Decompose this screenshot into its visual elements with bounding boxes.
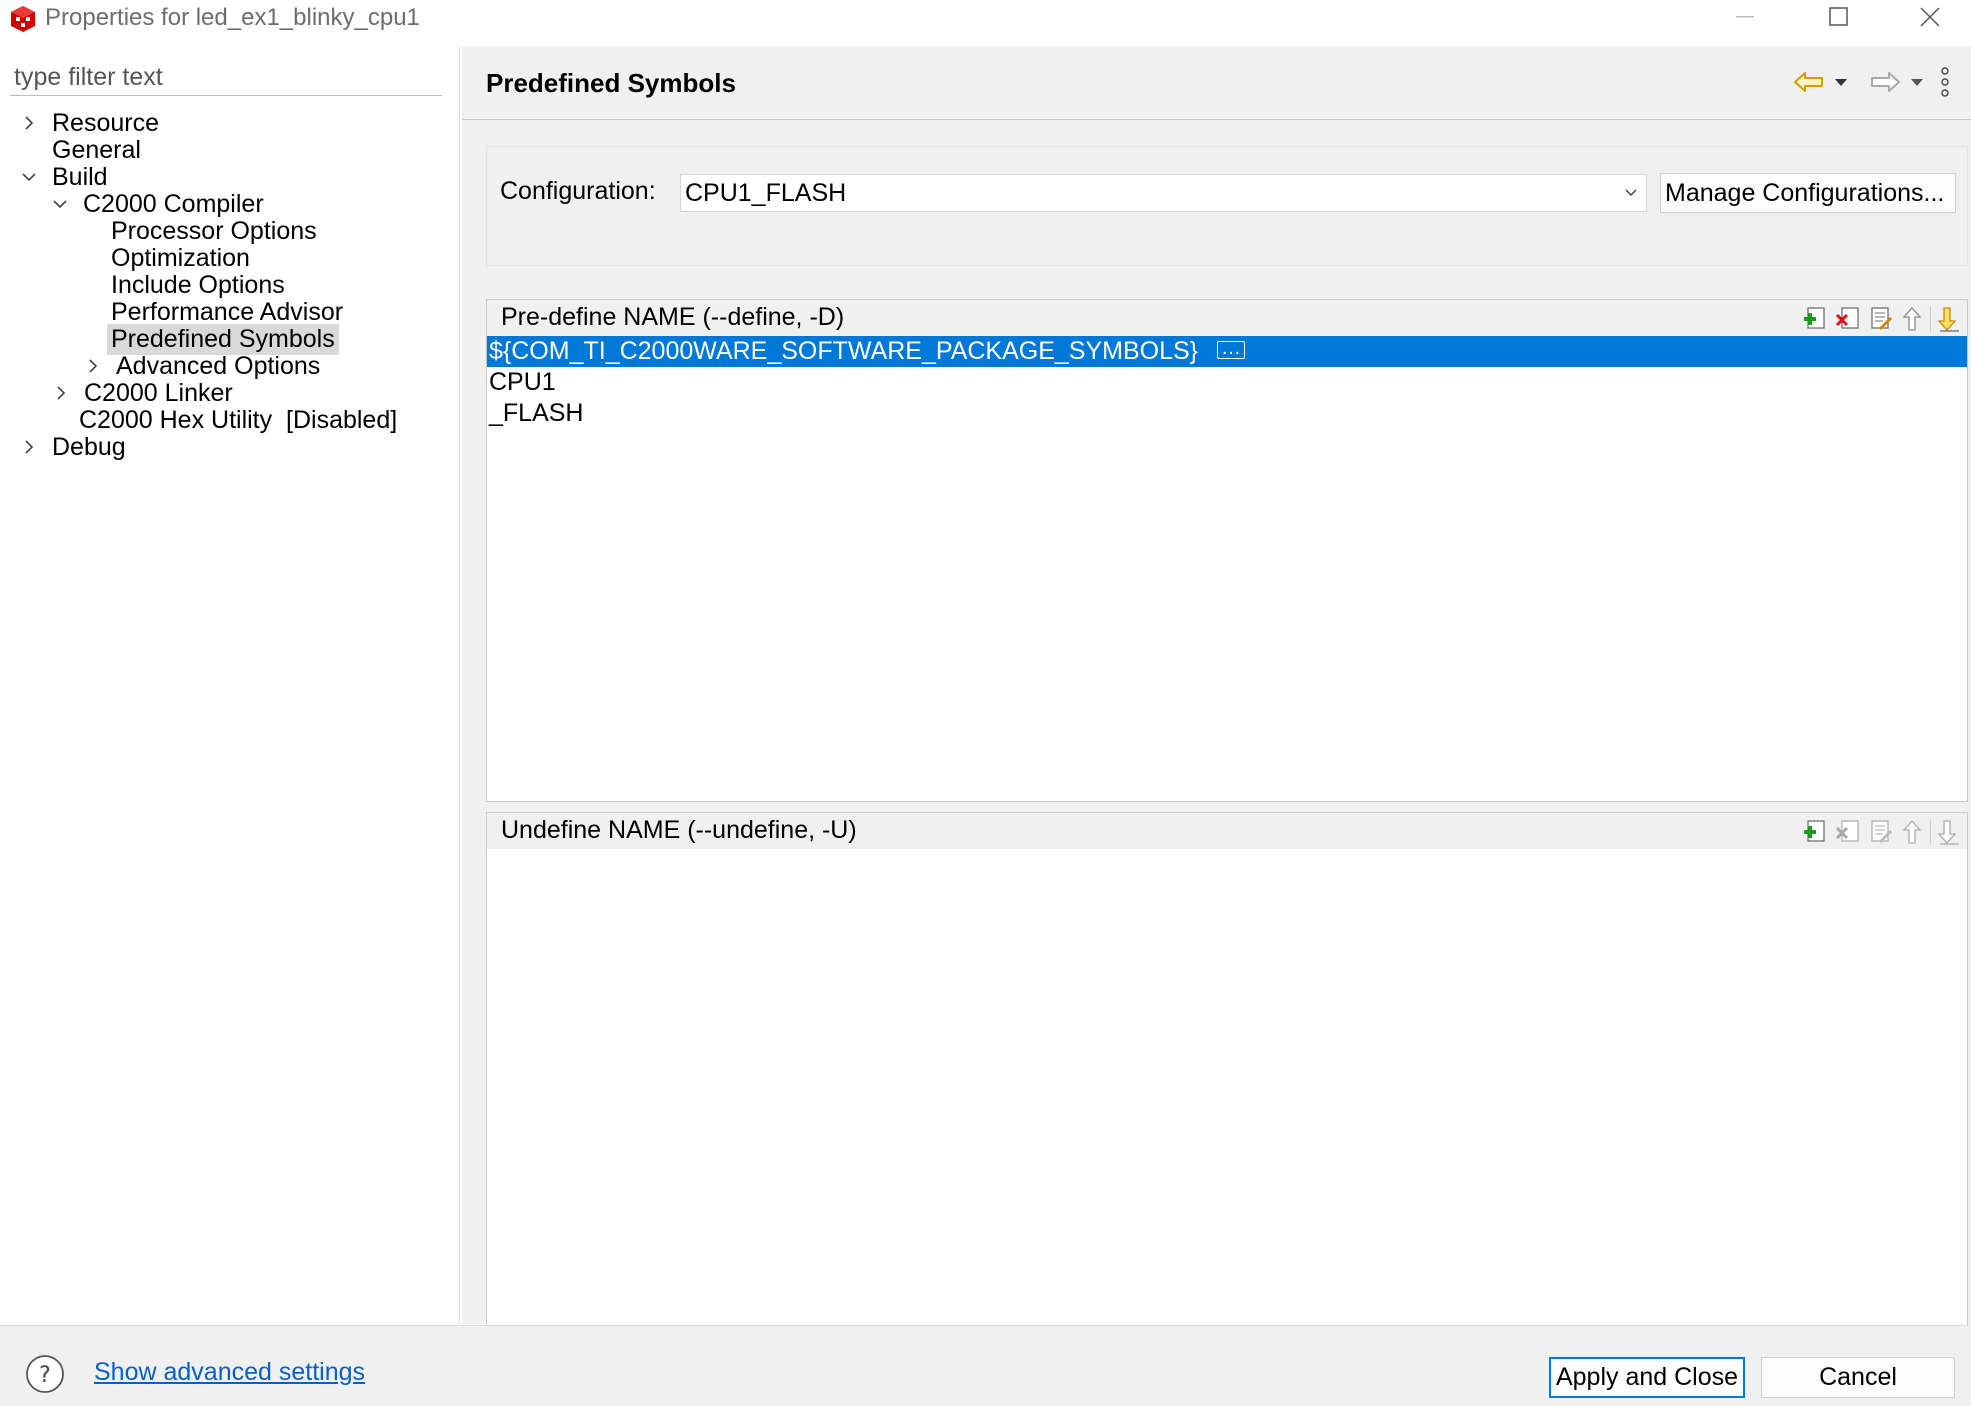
- close-icon: [1920, 7, 1940, 27]
- main-panel: Predefined Symbols Configuration: CPU1_F…: [462, 46, 1971, 1362]
- undefine-list-header: Undefine NAME (--undefine, -U): [487, 813, 1967, 849]
- list-item-text: ${COM_TI_C2000WARE_SOFTWARE_PACKAGE_SYMB…: [489, 337, 1199, 365]
- filter-input[interactable]: [10, 60, 442, 96]
- delete-icon[interactable]: [1832, 816, 1864, 848]
- add-icon[interactable]: [1800, 816, 1832, 848]
- edit-icon[interactable]: [1864, 816, 1896, 848]
- chevron-down-icon[interactable]: [49, 187, 71, 221]
- edit-icon[interactable]: [1864, 303, 1896, 335]
- undefine-list-panel: Undefine NAME (--undefine, -U): [486, 812, 1968, 1362]
- apply-and-close-button[interactable]: Apply and Close: [1549, 1357, 1745, 1398]
- cancel-button[interactable]: Cancel: [1761, 1357, 1955, 1398]
- toolbar-divider: [1930, 306, 1931, 332]
- page-title: Predefined Symbols: [486, 68, 736, 98]
- list-item[interactable]: CPU1: [487, 367, 1967, 398]
- move-up-icon[interactable]: [1896, 303, 1928, 335]
- predefine-list: ${COM_TI_C2000WARE_SOFTWARE_PACKAGE_SYMB…: [487, 333, 1967, 429]
- move-down-icon[interactable]: [1933, 816, 1965, 848]
- sidebar: Resource General Build C2000 Compiler Pr…: [0, 46, 460, 1324]
- dialog-footer: ? Show advanced settings Apply and Close…: [0, 1325, 1971, 1406]
- back-dropdown-icon[interactable]: [1834, 77, 1848, 87]
- undefine-header-label: Undefine NAME (--undefine, -U): [501, 816, 857, 844]
- move-down-icon[interactable]: [1933, 303, 1965, 335]
- chevron-down-icon[interactable]: [18, 160, 40, 194]
- predefine-list-header: Pre-define NAME (--define, -D): [487, 300, 1967, 336]
- title-bar: Properties for led_ex1_blinky_cpu1: [0, 0, 1971, 46]
- move-up-icon[interactable]: [1896, 816, 1928, 848]
- configuration-value: CPU1_FLASH: [685, 179, 847, 207]
- toolbar-divider: [1930, 819, 1931, 845]
- predefine-header-label: Pre-define NAME (--define, -D): [501, 303, 845, 331]
- predefine-list-panel: Pre-define NAME (--define, -D) ${COM_TI_…: [486, 299, 1968, 802]
- show-advanced-settings-link[interactable]: Show advanced settings: [94, 1358, 365, 1387]
- manage-configurations-button[interactable]: Manage Configurations...: [1660, 173, 1956, 213]
- view-menu-icon[interactable]: [1940, 66, 1950, 98]
- predefine-toolbar: [1800, 303, 1965, 335]
- svg-text:?: ?: [39, 1363, 51, 1388]
- maximize-button[interactable]: [1794, 0, 1884, 34]
- chevron-right-icon[interactable]: [18, 106, 40, 140]
- configuration-select[interactable]: CPU1_FLASH: [680, 174, 1647, 212]
- tree-item-label: Debug: [52, 432, 126, 461]
- header-divider: [462, 119, 1971, 120]
- list-item[interactable]: _FLASH: [487, 398, 1967, 429]
- minimize-icon: [1736, 16, 1754, 18]
- minimize-button[interactable]: [1700, 0, 1790, 34]
- window-title: Properties for led_ex1_blinky_cpu1: [45, 4, 420, 31]
- chevron-right-icon[interactable]: [50, 376, 72, 410]
- ti-cube-icon: [8, 4, 40, 36]
- chevron-down-icon[interactable]: [1624, 175, 1638, 221]
- more-options-icon[interactable]: [1217, 333, 1245, 364]
- chevron-right-icon[interactable]: [18, 430, 40, 464]
- add-icon[interactable]: [1800, 303, 1832, 335]
- maximize-icon: [1829, 7, 1848, 26]
- tree-item-debug[interactable]: Debug: [18, 430, 130, 464]
- help-icon[interactable]: ?: [25, 1354, 65, 1401]
- undefine-toolbar: [1800, 816, 1965, 848]
- forward-arrow-icon[interactable]: [1868, 69, 1902, 95]
- list-item-text: CPU1: [489, 368, 556, 396]
- configuration-group: Configuration: CPU1_FLASH Manage Configu…: [486, 146, 1968, 266]
- delete-icon[interactable]: [1832, 303, 1864, 335]
- list-item-text: _FLASH: [489, 399, 584, 427]
- back-arrow-icon[interactable]: [1792, 69, 1826, 95]
- list-item[interactable]: ${COM_TI_C2000WARE_SOFTWARE_PACKAGE_SYMB…: [487, 333, 1967, 367]
- close-button[interactable]: [1885, 0, 1971, 34]
- nav-toolbar: [1792, 62, 1950, 102]
- forward-dropdown-icon[interactable]: [1910, 77, 1924, 87]
- configuration-label: Configuration:: [500, 177, 656, 205]
